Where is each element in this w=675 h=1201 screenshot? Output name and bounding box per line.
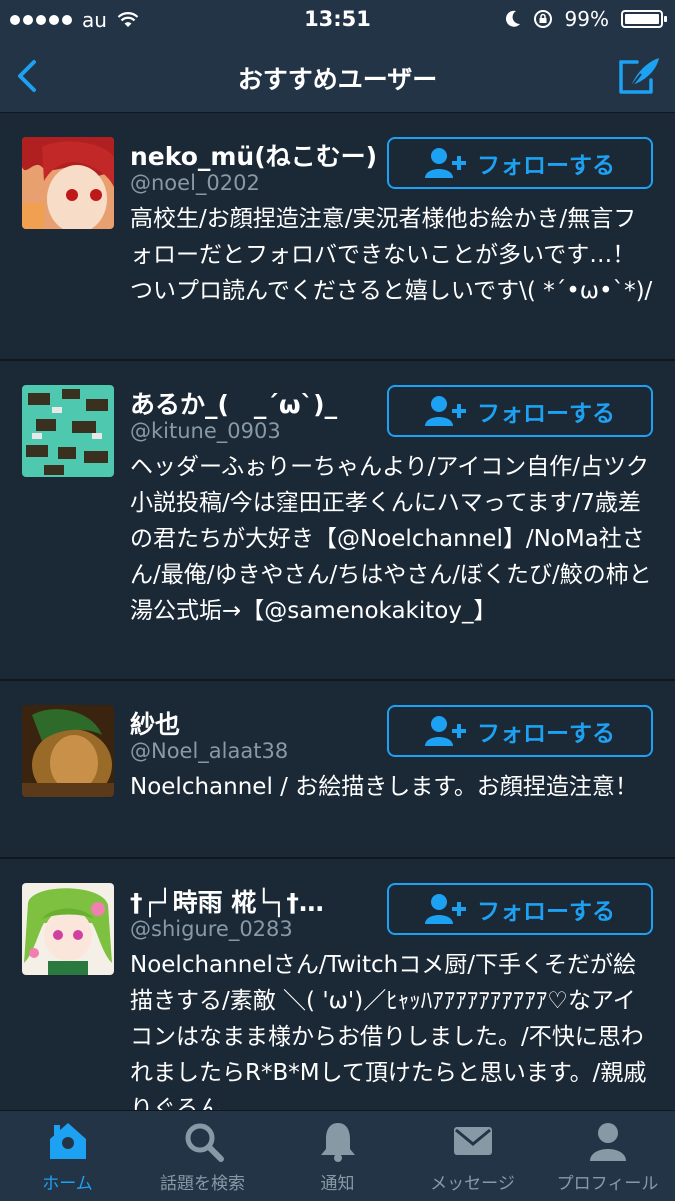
avatar[interactable] (22, 137, 114, 229)
recommended-users-list: neko_mü(ねこむー) @noel_0202 フォローする 高校生/お顔捏造… (0, 113, 675, 1110)
battery-icon (621, 10, 667, 28)
follow-label: フォローする (477, 153, 615, 179)
page-title: おすすめユーザー (237, 65, 438, 94)
follow-button[interactable]: フォローする (387, 385, 653, 437)
follow-button[interactable]: フォローする (387, 705, 653, 757)
tab-messages[interactable]: メッセージ (405, 1111, 540, 1201)
tab-bar: ホーム 話題を検索 通知 メッセージ プロフィール (0, 1110, 675, 1201)
avatar[interactable] (22, 705, 114, 797)
avatar[interactable] (22, 883, 114, 975)
envelope-icon (453, 1127, 492, 1155)
tab-profile[interactable]: プロフィール (540, 1111, 675, 1201)
follow-label: フォローする (477, 401, 615, 427)
user-display-name[interactable]: neko_mü(ねこむー) (130, 137, 380, 173)
tab-label: ホーム (42, 1174, 93, 1194)
follow-label: フォローする (477, 721, 615, 747)
status-right: 99% (505, 7, 667, 31)
rotation-lock-icon (533, 10, 552, 28)
user-row[interactable]: 紗也 @Noel_alaat38 フォローする Noelchannel / お絵… (0, 681, 675, 859)
user-bio: Noelchannel / お絵描きします。お顔捏造注意！ (130, 774, 638, 800)
add-user-icon (425, 396, 466, 426)
user-row[interactable]: †┌┘時雨 椛└┐†… @shigure_0283 フォローする Noelcha… (0, 859, 675, 1110)
add-user-icon (425, 894, 466, 924)
nav-bar: おすすめユーザー (0, 40, 675, 113)
user-bio: 高校生/お顔捏造注意/実況者様他お絵かき/無言フォローだとフォロバできないことが… (130, 206, 653, 304)
avatar[interactable] (22, 385, 114, 477)
add-user-icon (425, 148, 466, 178)
user-handle: @noel_0202 (130, 171, 260, 195)
bell-icon (320, 1123, 355, 1162)
user-handle: @kitune_0903 (130, 419, 281, 443)
search-icon (185, 1123, 224, 1162)
user-display-name[interactable]: 紗也 (130, 705, 380, 741)
add-user-icon (425, 716, 466, 746)
tab-label: 話題を検索 (160, 1174, 245, 1194)
tab-home[interactable]: ホーム (0, 1111, 135, 1201)
user-row[interactable]: neko_mü(ねこむー) @noel_0202 フォローする 高校生/お顔捏造… (0, 113, 675, 361)
tab-notifications[interactable]: 通知 (270, 1111, 405, 1201)
user-handle: @shigure_0283 (130, 917, 293, 941)
tab-search[interactable]: 話題を検索 (135, 1111, 270, 1201)
follow-button[interactable]: フォローする (387, 137, 653, 189)
home-icon (49, 1123, 86, 1159)
user-bio: Noelchannelさん/Twitchコメ厨/下手くそだが絵描きする/素敵 ＼… (130, 952, 647, 1110)
user-row[interactable]: あるか_( _´ω`)_ @kitune_0903 フォローする ヘッダーふぉり… (0, 361, 675, 681)
status-bar: au 13:51 99% (0, 0, 675, 40)
follow-label: フォローする (477, 899, 615, 925)
user-display-name[interactable]: †┌┘時雨 椛└┐†… (130, 883, 380, 919)
follow-button[interactable]: フォローする (387, 883, 653, 935)
moon-icon (505, 10, 520, 27)
user-bio: ヘッダーふぉりーちゃんより/アイコン自作/占ツク小説投稿/今は窪田正孝くんにハマ… (130, 454, 652, 624)
battery-percent: 99% (564, 7, 609, 31)
user-display-name[interactable]: あるか_( _´ω`)_ (130, 385, 380, 421)
tab-label: プロフィール (556, 1174, 659, 1194)
tab-label: 通知 (320, 1174, 355, 1194)
person-icon (589, 1123, 626, 1161)
tab-label: メッセージ (430, 1174, 515, 1194)
compose-icon[interactable] (615, 54, 663, 98)
user-handle: @Noel_alaat38 (130, 739, 289, 763)
